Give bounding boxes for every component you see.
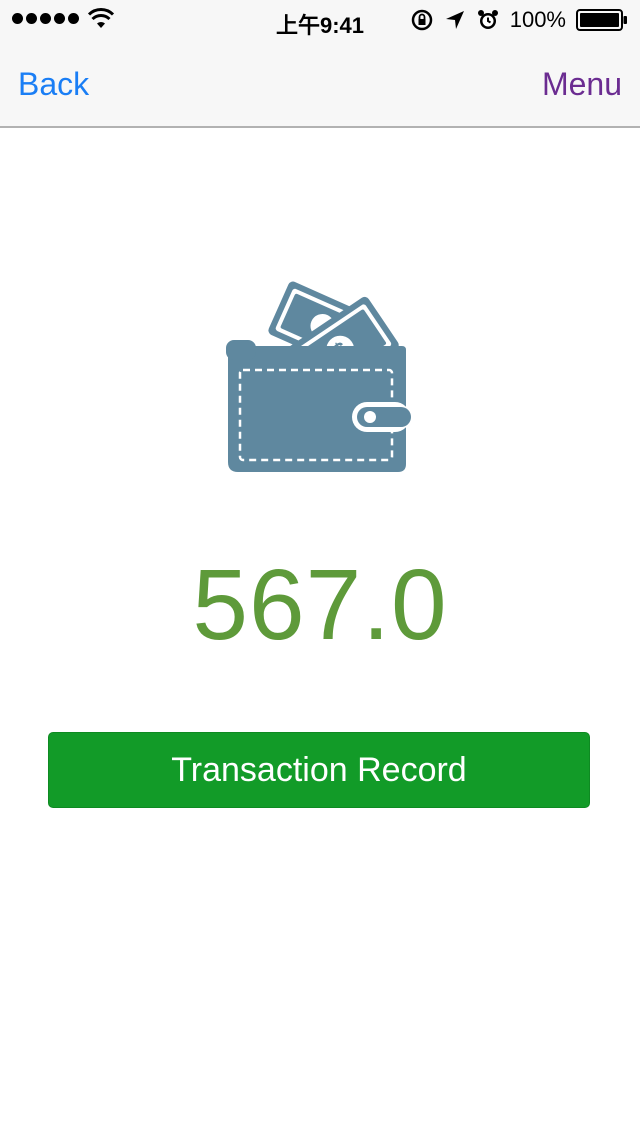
- status-indicators: 100%: [410, 6, 628, 34]
- wallet-with-cash-icon: $: [226, 281, 411, 472]
- status-bar: 上午9:41 100%: [0, 0, 640, 40]
- wallet-screen: 上午9:41 100% Back Menu 567.0 Transaction …: [0, 0, 640, 1136]
- alarm-icon: [477, 10, 498, 29]
- back-button[interactable]: Back: [18, 66, 89, 103]
- rotation-lock-icon: [411, 9, 432, 31]
- transaction-record-label: Transaction Record: [171, 750, 467, 789]
- transaction-record-button[interactable]: Transaction Record: [48, 732, 590, 808]
- battery-icon: [576, 9, 627, 31]
- navigation-bar: 上午9:41 100% Back Menu: [0, 0, 640, 128]
- menu-button[interactable]: Menu: [542, 66, 622, 103]
- location-arrow-icon: [445, 11, 464, 29]
- battery-percentage: 100%: [509, 7, 566, 32]
- wallet-balance: 567.0: [192, 549, 448, 661]
